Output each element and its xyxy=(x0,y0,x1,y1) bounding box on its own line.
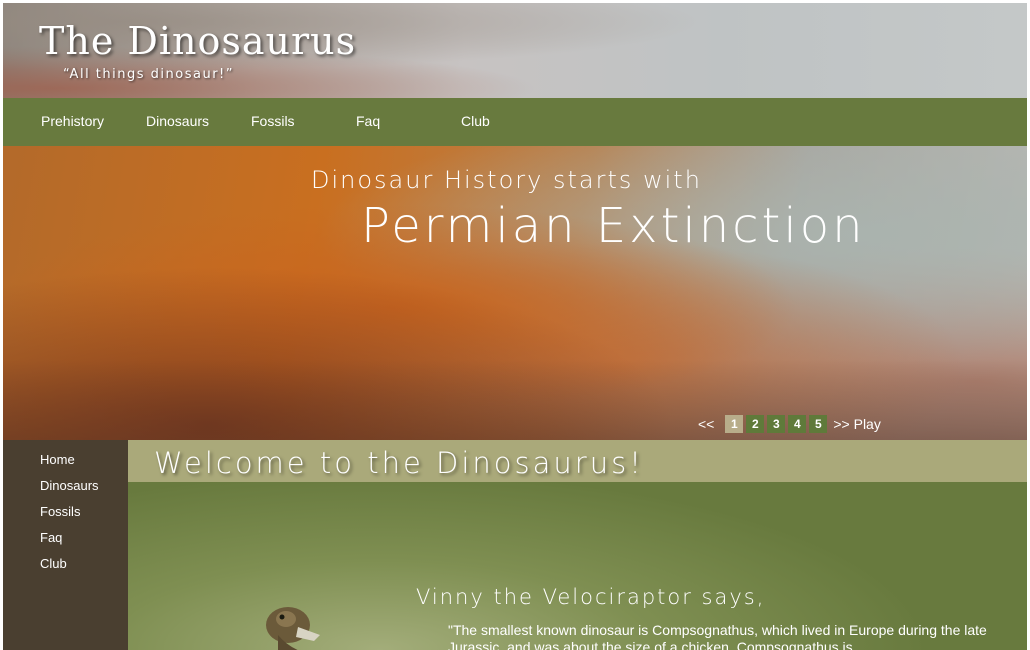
side-nav: Home Dinosaurs Fossils Faq Club xyxy=(3,440,128,650)
topnav-item-club[interactable]: Club xyxy=(461,113,490,129)
hero-headline: Permian Extinction xyxy=(361,198,866,254)
site-title[interactable]: The Dinosaurus xyxy=(39,19,356,63)
welcome-title: Welcome to the Dinosaurus! xyxy=(154,446,644,480)
topnav-item-faq[interactable]: Faq xyxy=(356,113,380,129)
velociraptor-image xyxy=(266,607,320,650)
topnav-item-dinosaurs[interactable]: Dinosaurs xyxy=(146,113,209,129)
vinny-says-heading: Vinny the Velociraptor says, xyxy=(416,585,766,609)
pager-page-3[interactable]: 3 xyxy=(767,415,786,433)
pager-prev-button[interactable]: << xyxy=(698,416,714,432)
pager-page-5[interactable]: 5 xyxy=(809,415,828,433)
slideshow-pager: << 1 2 3 4 5 >> Play xyxy=(698,414,881,434)
main-content: Welcome to the Dinosaurus! Vinny the Vel… xyxy=(128,440,1027,650)
pager-page-2[interactable]: 2 xyxy=(746,415,765,433)
hero-banner: Dinosaur History starts with Permian Ext… xyxy=(3,146,1027,440)
pager-page-1[interactable]: 1 xyxy=(725,415,744,433)
top-nav: Prehistory Dinosaurs Fossils Faq Club xyxy=(3,98,1027,146)
sidenav-item-club[interactable]: Club xyxy=(40,556,67,571)
topnav-item-fossils[interactable]: Fossils xyxy=(251,113,295,129)
site-header: The Dinosaurus “All things dinosaur!” xyxy=(3,3,1027,98)
welcome-bar: Welcome to the Dinosaurus! xyxy=(128,440,1027,482)
pager-next-play-button[interactable]: >> Play xyxy=(833,416,880,432)
page: The Dinosaurus “All things dinosaur!” Pr… xyxy=(3,3,1027,650)
sidenav-item-dinosaurs[interactable]: Dinosaurs xyxy=(40,478,99,493)
dino-fact-quote: "The smallest known dinosaur is Compsogn… xyxy=(448,622,987,650)
hero-subtitle: Dinosaur History starts with xyxy=(311,166,702,194)
topnav-item-prehistory[interactable]: Prehistory xyxy=(41,113,104,129)
sidenav-item-faq[interactable]: Faq xyxy=(40,530,62,545)
site-tagline: “All things dinosaur!” xyxy=(63,67,234,82)
pager-page-4[interactable]: 4 xyxy=(788,415,807,433)
sidenav-item-home[interactable]: Home xyxy=(40,452,75,467)
sidenav-item-fossils[interactable]: Fossils xyxy=(40,504,80,519)
